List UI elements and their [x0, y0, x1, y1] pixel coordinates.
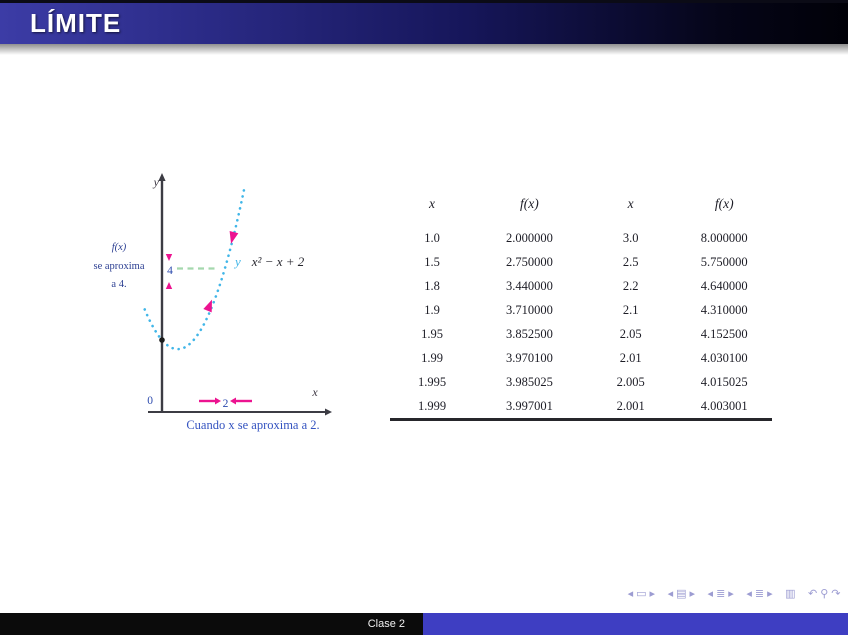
table-cell: 3.440000 — [505, 278, 553, 293]
table-row: 1.5 2.750000 2.5 5.750000 — [390, 250, 772, 274]
table-cell: 3.997001 — [505, 398, 553, 413]
values-table-wrap: x f(x) x f(x) 1.0 2.000000 3.0 8.000000 1.5 2.75… — [390, 196, 772, 421]
curve-arrow-upper-icon — [229, 231, 239, 244]
section-prev-icon[interactable]: ◂ — [746, 588, 752, 599]
footer-left-section: Clase 2 — [0, 613, 423, 635]
table-cell: 1.8 — [424, 278, 440, 293]
x-axis-arrowhead-icon — [325, 408, 332, 416]
footer-right-section — [423, 613, 848, 635]
table-header: x — [429, 196, 436, 211]
table-row: 1.8 3.440000 2.2 4.640000 — [390, 274, 772, 298]
table-cell: 4.003001 — [700, 398, 748, 413]
section-next-icon[interactable]: ▸ — [767, 588, 773, 599]
table-cell: 2.000000 — [505, 230, 553, 245]
subsection-next-icon[interactable]: ▸ — [728, 588, 734, 599]
table-cell: 3.0 — [622, 230, 639, 245]
fx-approaches-line3: a 4. — [111, 279, 126, 290]
table-cell: 1.95 — [421, 326, 443, 341]
table-header: f(x) — [714, 196, 734, 211]
table-cell: 1.995 — [417, 374, 447, 389]
limit-graph: y x 0 4 2 f(x) se aproxima a 4. y x² − x … — [93, 173, 332, 432]
fx-approaches-line2: se aproxima — [93, 261, 144, 272]
table-cell: 2.5 — [622, 254, 639, 269]
slide: LÍMITE y x 0 4 2 f(x) se aproxima a 4. y… — [0, 0, 848, 635]
fx-approaches-line1: f(x) — [112, 242, 127, 253]
table-row: 1.95 3.852500 2.05 4.152500 — [390, 322, 772, 346]
y-axis-label: y — [153, 175, 160, 189]
y-axis-arrowhead-icon — [158, 173, 166, 181]
footer-bar: Clase 2 — [0, 613, 848, 635]
figure-caption: Cuando x se aproxima a 2. — [186, 418, 319, 432]
table-cell: 2.05 — [619, 326, 642, 341]
table-cell: 4.030100 — [700, 350, 748, 365]
table-row: 1.99 3.970100 2.01 4.030100 — [390, 346, 772, 370]
frame-indicator-icon[interactable]: ▤ — [676, 588, 686, 599]
search-icon[interactable]: ⚲ — [820, 588, 828, 599]
nav-symbols: ◂ ▭ ▸ ◂ ▤ ▸ ◂ ≣ ▸ ◂ ≣ ▸ ▥ ↶ ⚲ ↷ — [626, 588, 842, 599]
slide-prev-icon[interactable]: ◂ — [628, 588, 634, 599]
frame-next-icon[interactable]: ▸ — [690, 588, 696, 599]
y-approach-arrow-down-icon — [165, 254, 173, 261]
slide-next-icon[interactable]: ▸ — [650, 588, 656, 599]
table-cell: 8.000000 — [700, 230, 748, 245]
footer-title: Clase 2 — [367, 618, 405, 630]
forward-icon[interactable]: ↷ — [831, 588, 840, 599]
curve-label-formula: x² − x + 2 — [251, 254, 305, 269]
table-row: 1.0 2.000000 3.0 8.000000 — [390, 226, 772, 250]
table-cell: 1.0 — [424, 230, 440, 245]
x-axis-label: x — [311, 385, 318, 399]
y-intercept-dot — [159, 337, 165, 343]
page-title: LÍMITE — [30, 8, 122, 38]
table-cell: 1.99 — [421, 350, 443, 365]
x-approach-label: 2 — [223, 398, 229, 410]
limit-figure: y x 0 4 2 f(x) se aproxima a 4. y x² − x … — [85, 170, 360, 440]
table-cell: 1.999 — [417, 398, 447, 413]
table-header: f(x) — [520, 196, 539, 211]
table-cell: 3.710000 — [505, 302, 553, 317]
doc-indicator-icon[interactable]: ▥ — [785, 588, 795, 599]
table-cell: 3.852500 — [505, 326, 553, 341]
x-approach-arrow-right-icon — [215, 397, 221, 405]
table-cell: 1.9 — [424, 302, 440, 317]
curve-arrow-lower-icon — [203, 299, 212, 313]
table-cell: 3.970100 — [505, 350, 553, 365]
table-cell: 4.152500 — [700, 326, 748, 341]
slide-title-bar: LÍMITE — [0, 0, 848, 44]
table-cell: 3.985025 — [505, 374, 553, 389]
slide-indicator-icon[interactable]: ▭ — [636, 588, 646, 599]
x-approach-arrow-left-icon — [230, 397, 236, 405]
curve-label-var: y — [233, 254, 241, 269]
frame-prev-icon[interactable]: ◂ — [668, 588, 674, 599]
subsection-indicator-icon[interactable]: ≣ — [716, 588, 725, 599]
table-cell: 2.2 — [622, 278, 639, 293]
table-cell: 4.310000 — [700, 302, 748, 317]
table-row: 1.9 3.710000 2.1 4.310000 — [390, 298, 772, 322]
titlebar-shadow — [0, 44, 848, 55]
table-cell: 2.750000 — [505, 254, 553, 269]
table-cell: 4.640000 — [700, 278, 748, 293]
table-header: x — [627, 196, 634, 211]
table-cell: 2.005 — [616, 374, 645, 389]
y-approach-label: 4 — [167, 265, 173, 277]
table-cell: 1.5 — [424, 254, 440, 269]
parabola-curve — [143, 186, 246, 351]
back-icon[interactable]: ↶ — [808, 588, 817, 599]
values-table: x f(x) x f(x) 1.0 2.000000 3.0 8.000000 1.5 2.75… — [390, 196, 772, 421]
y-approach-arrow-up-icon — [165, 282, 173, 289]
values-table-body: 1.0 2.000000 3.0 8.000000 1.5 2.750000 2.5 5.75… — [390, 226, 772, 420]
table-row: 1.999 3.997001 2.001 4.003001 — [390, 394, 772, 420]
table-cell: 4.015025 — [700, 374, 748, 389]
section-indicator-icon[interactable]: ≣ — [755, 588, 764, 599]
table-cell: 5.750000 — [700, 254, 748, 269]
origin-label: 0 — [147, 395, 153, 407]
table-header-row: x f(x) x f(x) — [390, 196, 772, 226]
table-cell: 2.001 — [616, 398, 645, 413]
table-cell: 2.1 — [622, 302, 639, 317]
curve-label: y x² − x + 2 — [233, 254, 305, 269]
table-row: 1.995 3.985025 2.005 4.015025 — [390, 370, 772, 394]
subsection-prev-icon[interactable]: ◂ — [708, 588, 714, 599]
table-cell: 2.01 — [619, 350, 642, 365]
